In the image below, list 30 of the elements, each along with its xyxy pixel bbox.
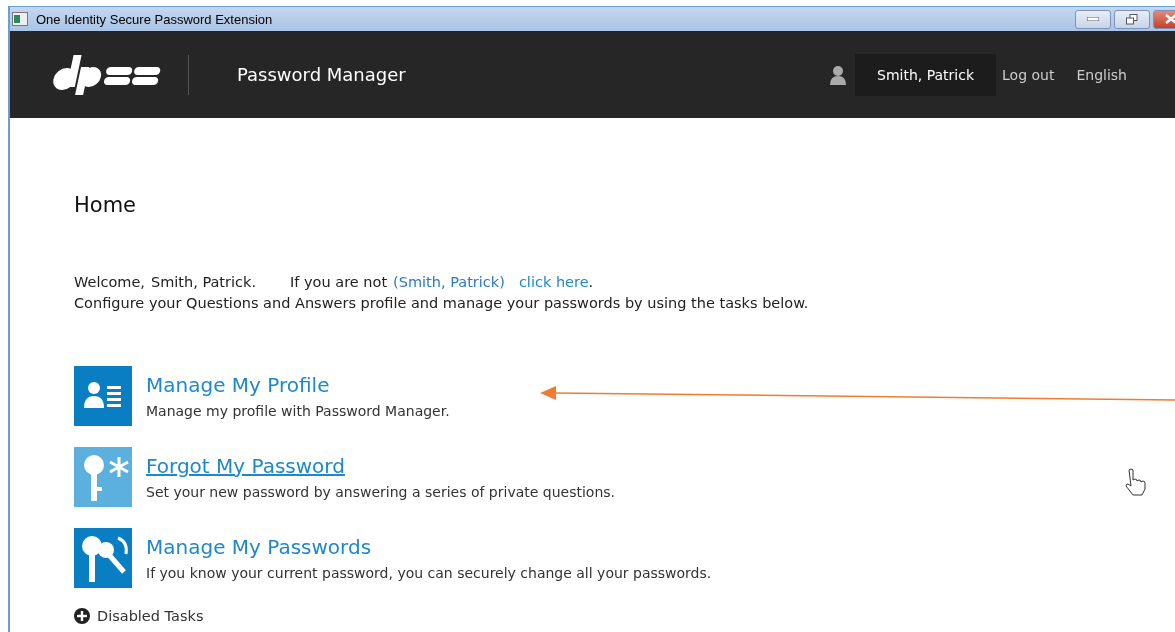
user-name: Smith, Patrick. bbox=[150, 273, 257, 292]
manage-icon bbox=[74, 528, 132, 588]
logout-link[interactable]: Log out bbox=[1002, 66, 1055, 83]
task-description: Manage my profile with Password Manager. bbox=[146, 403, 450, 419]
minimize-icon bbox=[1087, 17, 1099, 21]
click-here-link[interactable]: click here bbox=[518, 274, 589, 290]
task-description: Set your new password by answering a series of private questions. bbox=[146, 484, 616, 500]
restore-icon bbox=[1126, 13, 1138, 25]
welcome-text: Welcome, bbox=[74, 273, 145, 292]
app-title: Password Manager bbox=[237, 64, 407, 85]
page-title: Home bbox=[74, 193, 137, 217]
restore-button[interactable] bbox=[1114, 9, 1150, 29]
minimize-button[interactable] bbox=[1075, 9, 1111, 29]
user-icon bbox=[829, 64, 848, 85]
hand-cursor-icon bbox=[1125, 468, 1146, 496]
task-link[interactable]: Forgot My Password bbox=[146, 454, 345, 478]
user-name: (Smith, Patrick) bbox=[393, 273, 505, 292]
task-description: If you know your current password, you can securely change all your passwords. bbox=[146, 565, 712, 581]
user-name[interactable]: Smith, Patrick bbox=[855, 53, 997, 96]
language-link[interactable]: English bbox=[1076, 66, 1127, 83]
not-user-text: If you are not bbox=[290, 273, 388, 292]
instructions-text: Configure your Questions and Answers profile and manage your passwords by using the tasks below. bbox=[74, 294, 810, 313]
task-link[interactable]: Manage My Profile bbox=[146, 373, 330, 397]
period-text: . bbox=[588, 274, 594, 290]
window-title: One Identity Secure Password Extension bbox=[36, 11, 274, 27]
close-icon bbox=[1165, 14, 1175, 24]
profile-icon bbox=[74, 366, 132, 426]
forgot-icon bbox=[74, 447, 132, 507]
task-link[interactable]: Manage My Passwords bbox=[146, 535, 372, 559]
app-icon bbox=[12, 12, 28, 26]
